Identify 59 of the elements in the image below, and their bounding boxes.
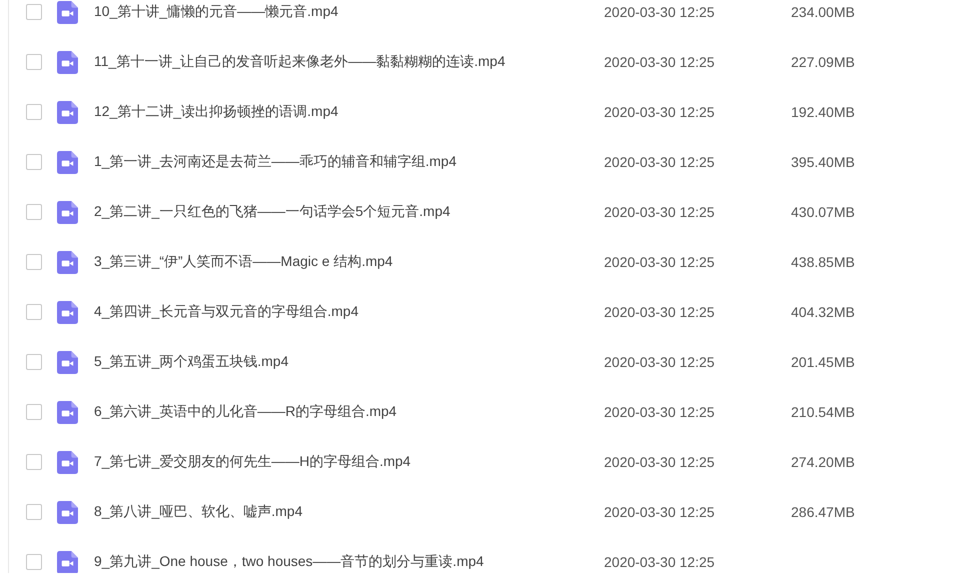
- file-size: 192.40MB: [791, 104, 855, 120]
- file-name[interactable]: 10_第十讲_慵懒的元音——懒元音.mp4: [94, 3, 604, 21]
- checkbox[interactable]: [26, 104, 42, 120]
- modified-date: 2020-03-30 12:25: [604, 554, 716, 570]
- video-file-icon: [57, 450, 78, 474]
- checkbox[interactable]: [26, 454, 42, 470]
- video-file-icon: [57, 150, 78, 174]
- file-size: 404.32MB: [791, 304, 855, 320]
- file-size: 286.47MB: [791, 504, 855, 520]
- modified-date: 2020-03-30 12:25: [604, 154, 716, 170]
- checkbox[interactable]: [26, 354, 42, 370]
- file-name[interactable]: 12_第十二讲_读出抑扬顿挫的语调.mp4: [94, 103, 604, 121]
- checkbox[interactable]: [26, 304, 42, 320]
- file-name[interactable]: 8_第八讲_哑巴、软化、嘘声.mp4: [94, 503, 604, 521]
- video-file-icon: [57, 550, 78, 573]
- file-size: 274.20MB: [791, 454, 855, 470]
- checkbox[interactable]: [26, 404, 42, 420]
- file-size: 201.45MB: [791, 354, 855, 370]
- file-name[interactable]: 7_第七讲_爱交朋友的何先生——H的字母组合.mp4: [94, 453, 604, 471]
- video-file-icon: [57, 500, 78, 524]
- file-name[interactable]: 2_第二讲_一只红色的飞猪——一句话学会5个短元音.mp4: [94, 203, 604, 221]
- modified-date: 2020-03-30 12:25: [604, 304, 716, 320]
- modified-date: 2020-03-30 12:25: [604, 204, 716, 220]
- file-name[interactable]: 5_第五讲_两个鸡蛋五块钱.mp4: [94, 353, 604, 371]
- video-file-icon: [57, 350, 78, 374]
- file-size: 395.40MB: [791, 154, 855, 170]
- modified-date: 2020-03-30 12:25: [604, 354, 716, 370]
- file-name[interactable]: 4_第四讲_长元音与双元音的字母组合.mp4: [94, 303, 604, 321]
- video-file-icon: [57, 100, 78, 124]
- modified-date: 2020-03-30 12:25: [604, 454, 716, 470]
- modified-date: 2020-03-30 12:25: [604, 104, 716, 120]
- video-file-icon: [57, 0, 78, 24]
- video-file-icon: [57, 200, 78, 224]
- file-size: 210.54MB: [791, 404, 855, 420]
- file-size: 438.85MB: [791, 254, 855, 270]
- video-file-icon: [57, 50, 78, 74]
- checkbox[interactable]: [26, 504, 42, 520]
- file-name[interactable]: 6_第六讲_英语中的儿化音——R的字母组合.mp4: [94, 403, 604, 421]
- modified-date: 2020-03-30 12:25: [604, 254, 716, 270]
- modified-date: 2020-03-30 12:25: [604, 54, 716, 70]
- file-name[interactable]: 1_第一讲_去河南还是去荷兰——乖巧的辅音和辅字组.mp4: [94, 153, 604, 171]
- modified-date: 2020-03-30 12:25: [604, 504, 716, 520]
- file-size: 430.07MB: [791, 204, 855, 220]
- video-file-icon: [57, 400, 78, 424]
- file-name[interactable]: 11_第十一讲_让自己的发音听起来像老外——黏黏糊糊的连读.mp4: [94, 53, 604, 71]
- modified-date: 2020-03-30 12:25: [604, 404, 716, 420]
- file-size: 234.00MB: [791, 4, 855, 20]
- checkbox[interactable]: [26, 154, 42, 170]
- checkbox[interactable]: [26, 554, 42, 570]
- checkbox[interactable]: [26, 4, 42, 20]
- file-name[interactable]: 9_第九讲_One house，two houses——音节的划分与重读.mp4: [94, 553, 604, 571]
- file-size: 227.09MB: [791, 54, 855, 70]
- checkbox[interactable]: [26, 204, 42, 220]
- modified-date: 2020-03-30 12:25: [604, 4, 716, 20]
- video-file-icon: [57, 250, 78, 274]
- file-name[interactable]: 3_第三讲_“伊”人笑而不语——Magic e 结构.mp4: [94, 253, 604, 271]
- checkbox[interactable]: [26, 54, 42, 70]
- checkbox[interactable]: [26, 254, 42, 270]
- video-file-icon: [57, 300, 78, 324]
